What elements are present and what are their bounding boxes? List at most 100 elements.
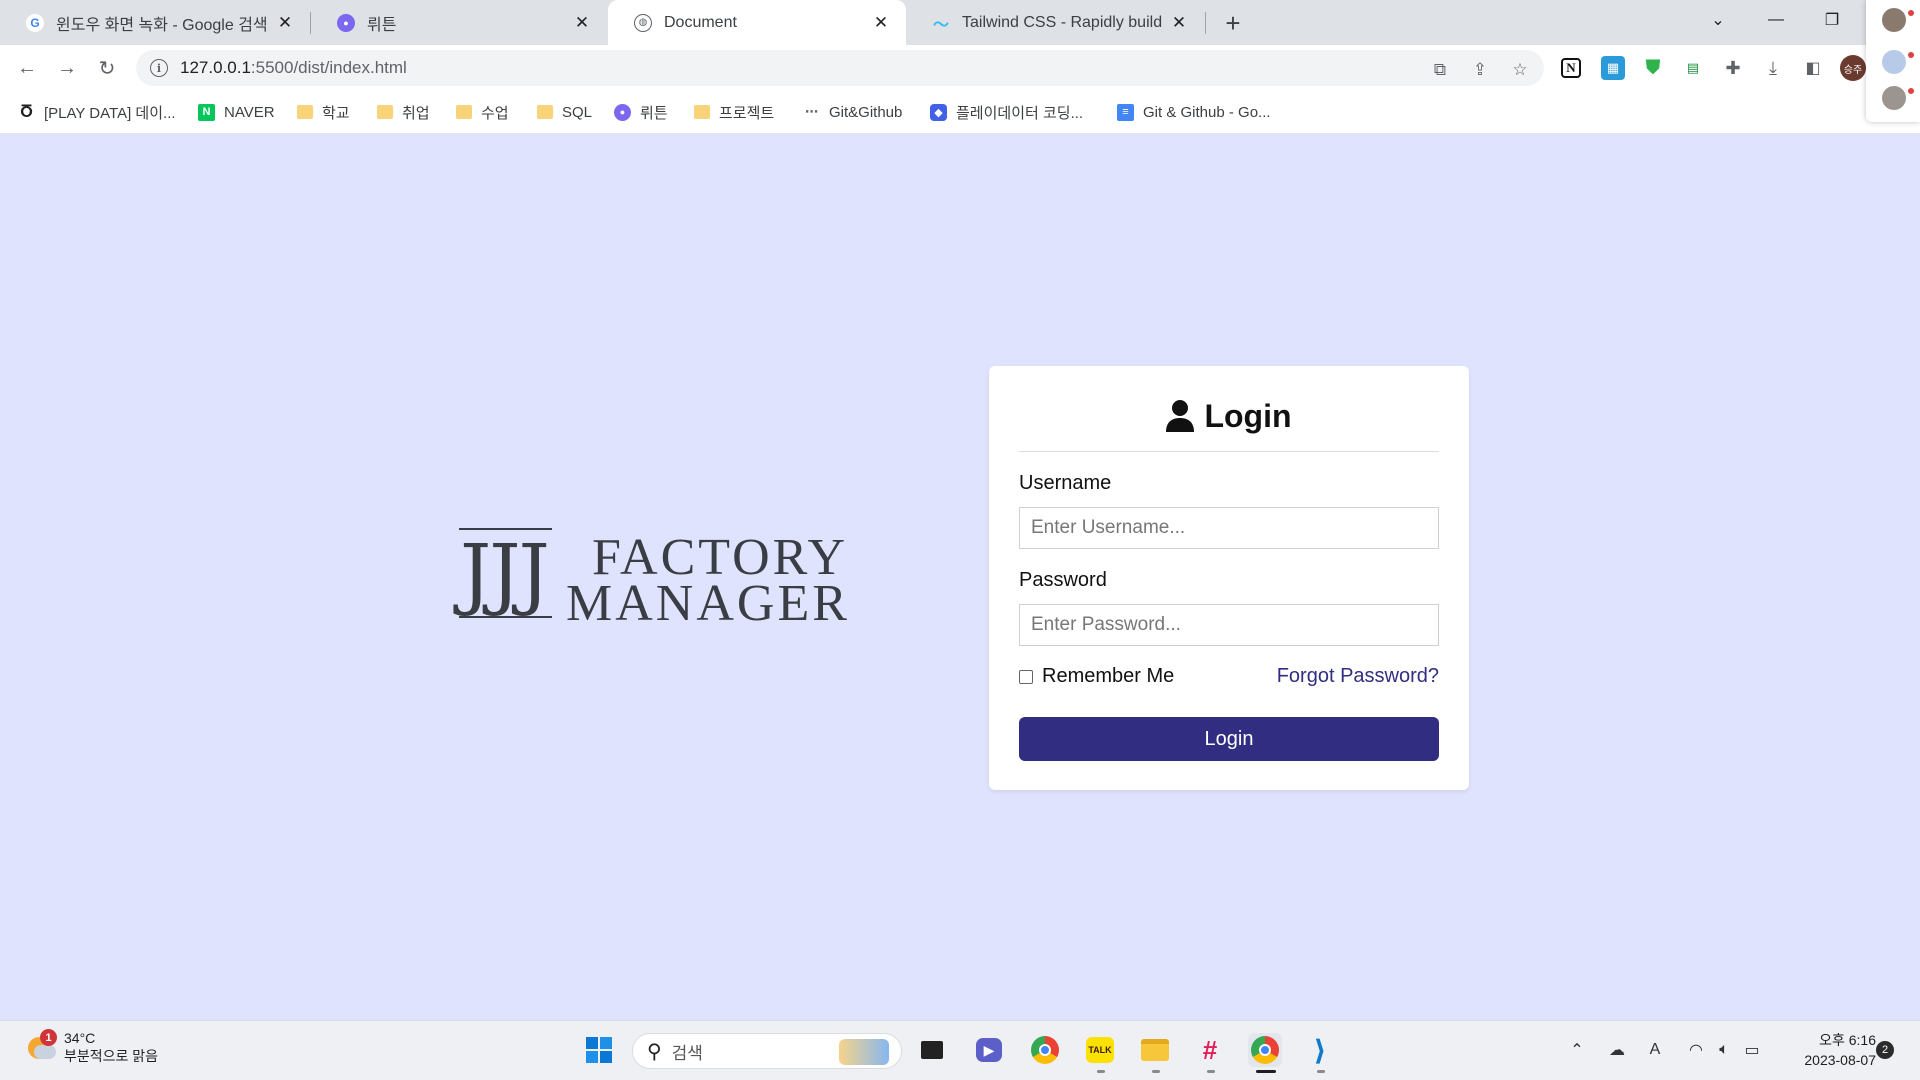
avatar[interactable] [1882, 50, 1906, 74]
notion-icon[interactable]: N [1561, 58, 1581, 78]
running-indicator [1152, 1070, 1160, 1073]
shield-icon[interactable]: ⛊ [1641, 56, 1665, 80]
teams-chat-icon[interactable]: ▶ [972, 1033, 1006, 1067]
file-explorer-icon[interactable] [1138, 1033, 1172, 1067]
forward-button[interactable]: → [52, 53, 82, 83]
tailwind-icon: 〜 [932, 16, 949, 34]
factory-manager-logo: JJJ FACTORY MANAGER [456, 528, 880, 630]
close-icon[interactable]: ✕ [274, 12, 296, 34]
google-icon: G [26, 13, 44, 32]
bookmark-wrtn[interactable]: ● 뤼튼 [614, 100, 668, 124]
tab-strip: G 윈도우 화면 녹화 - Google 검색 ✕ ● 뤼튼 ✕ ◍ Docum… [0, 0, 1920, 45]
taskbar-search[interactable]: ⚲ 검색 [632, 1033, 902, 1069]
bookmark-git-docs[interactable]: ≡ Git & Github - Go... [1117, 100, 1271, 124]
search-placeholder: 검색 [671, 1043, 703, 1063]
download-icon[interactable]: ⤓ [1761, 56, 1785, 80]
bookmark-label: 취업 [402, 104, 430, 122]
onedrive-cloud-icon[interactable]: ☁ [1606, 1039, 1628, 1061]
minimize-button[interactable]: — [1748, 0, 1804, 40]
bookmark-folder-project[interactable]: 프로젝트 [694, 100, 774, 124]
extension-window-icon[interactable]: ▦ [1601, 56, 1625, 80]
wifi-icon[interactable]: ◠ [1685, 1039, 1707, 1061]
login-title-text: Login [1204, 397, 1292, 434]
reload-button[interactable]: ↻ [92, 53, 122, 83]
windows-start-icon[interactable] [582, 1033, 616, 1067]
tab-search-button[interactable]: ⌄ [1690, 0, 1746, 40]
restore-button[interactable]: ❐ [1804, 0, 1860, 40]
new-tab-button[interactable]: + [1218, 8, 1248, 38]
notification-badge[interactable]: 2 [1876, 1041, 1894, 1059]
bookmark-label: 학교 [322, 104, 350, 122]
bookmark-label: 수업 [481, 104, 509, 122]
chevron-up-icon[interactable]: ⌃ [1566, 1039, 1588, 1061]
bookmark-folder-jobs[interactable]: 취업 [377, 100, 430, 124]
login-card: Login Username Password Remember Me Forg… [989, 366, 1469, 790]
extensions-puzzle-icon[interactable]: ✚ [1721, 56, 1745, 80]
vscode-icon[interactable]: ⟩ [1303, 1033, 1337, 1067]
sheets-extension-icon[interactable]: ▤ [1681, 56, 1705, 80]
task-view-icon[interactable] [915, 1033, 949, 1067]
bookmark-label: Git & Github - Go... [1143, 103, 1271, 121]
bookmark-folder-sql[interactable]: SQL [537, 100, 592, 124]
close-icon[interactable]: ✕ [571, 12, 593, 34]
bookmark-naver[interactable]: N NAVER [198, 100, 275, 124]
logo-mark-text: JJJ [460, 529, 550, 619]
bookmark-star-icon[interactable]: ☆ [1508, 58, 1532, 82]
clock-time: 오후 6:16 [1819, 1032, 1876, 1048]
kakaotalk-icon[interactable]: TALK [1083, 1033, 1117, 1067]
battery-icon[interactable]: ▭ [1741, 1039, 1763, 1061]
google-docs-icon: ≡ [1117, 103, 1134, 121]
search-icon: ⚲ [647, 1040, 662, 1063]
bookmark-label: [PLAY DATA] 데이... [44, 104, 176, 122]
tab-document[interactable]: ◍ Document ✕ [608, 0, 906, 45]
back-button[interactable]: ← [12, 53, 42, 83]
chrome-icon[interactable] [1028, 1033, 1062, 1067]
username-input[interactable] [1019, 507, 1439, 549]
slack-icon[interactable]: # [1193, 1033, 1227, 1067]
divider [1019, 451, 1439, 452]
bookmark-label: 프로젝트 [719, 104, 775, 122]
weather-widget[interactable]: 1 34°C 부분적으로 맑음 [24, 1029, 158, 1065]
system-clock[interactable]: 오후 6:16 2023-08-07 [1786, 1030, 1876, 1070]
remember-me-checkbox[interactable] [1019, 669, 1033, 684]
site-info-icon[interactable]: i [150, 59, 168, 77]
tab-wrtn[interactable]: ● 뤼튼 ✕ [311, 0, 607, 45]
forgot-password-link[interactable]: Forgot Password? [1277, 665, 1439, 688]
tab-tailwind[interactable]: 〜 Tailwind CSS - Rapidly build mo ✕ [906, 0, 1204, 45]
folder-icon [694, 105, 710, 119]
tab-google-search[interactable]: G 윈도우 화면 녹화 - Google 검색 ✕ [0, 0, 310, 45]
bookmark-git-github[interactable]: ⋯ Git&Github [803, 100, 902, 124]
remember-me[interactable]: Remember Me [1019, 665, 1174, 688]
naver-icon: N [198, 103, 215, 121]
bookmark-folder-class[interactable]: 수업 [456, 100, 509, 124]
chrome-profile-icon[interactable] [1248, 1033, 1282, 1067]
clock-date: 2023-08-07 [1804, 1052, 1876, 1068]
page-content: JJJ FACTORY MANAGER Login Username Passw… [0, 135, 1920, 1020]
input-method-icon[interactable]: A [1644, 1039, 1666, 1061]
share-icon[interactable]: ⇪ [1468, 58, 1492, 82]
translate-icon[interactable]: ⧉ [1428, 58, 1452, 82]
tab-title: Tailwind CSS - Rapidly build mo [962, 13, 1162, 31]
bookmark-playdata[interactable]: Ⴃ [PLAY DATA] 데이... [18, 100, 176, 124]
active-indicator [1256, 1070, 1276, 1073]
bookmark-playdata-coding[interactable]: ◆ 플레이데이터 코딩... [930, 100, 1083, 124]
notification-dot [1908, 10, 1914, 16]
close-icon[interactable]: ✕ [1168, 12, 1190, 34]
bookmark-label: 뤼튼 [640, 104, 668, 122]
user-icon [1166, 400, 1195, 432]
side-panel-icon[interactable]: ◧ [1801, 56, 1825, 80]
playdata-coding-icon: ◆ [930, 103, 947, 121]
volume-icon[interactable]: 🔈︎ [1713, 1039, 1735, 1061]
partly-sunny-icon: 1 [24, 1029, 57, 1063]
close-icon[interactable]: ✕ [870, 12, 892, 34]
login-button[interactable]: Login [1019, 717, 1439, 761]
address-bar[interactable]: i 127.0.0.1:5500/dist/index.html ⧉ ⇪ ☆ [136, 50, 1544, 86]
avatar[interactable] [1882, 86, 1906, 110]
browser-toolbar: ← → ↻ i 127.0.0.1:5500/dist/index.html ⧉… [0, 45, 1920, 90]
profile-avatar[interactable]: 승주 [1840, 55, 1866, 81]
url-path: :5500/dist/index.html [250, 58, 407, 77]
password-input[interactable] [1019, 604, 1439, 646]
bookmark-folder-school[interactable]: 학교 [297, 100, 350, 124]
running-indicator [1097, 1070, 1105, 1073]
avatar[interactable] [1882, 8, 1906, 32]
